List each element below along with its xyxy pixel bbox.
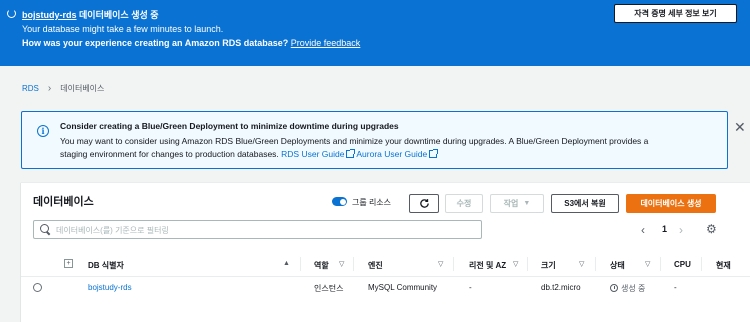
creation-flash-banner: bojstudy-rds 데이터베이스 생성 중 Your database m… [0, 0, 750, 66]
info-icon: i [37, 125, 49, 137]
refresh-icon [419, 199, 429, 208]
breadcrumb-rds-link[interactable]: RDS [22, 84, 39, 93]
row-select-radio[interactable] [33, 283, 42, 292]
sort-icon[interactable]: ▽ [513, 260, 518, 268]
alert-body-line2: staging environment for changes to produ… [60, 149, 439, 159]
chevron-right-icon[interactable]: › [679, 223, 683, 237]
search-placeholder: 데이터베이스(를) 기준으로 필터링 [56, 226, 169, 235]
sort-icon[interactable]: ▽ [339, 260, 344, 268]
flash-db-link[interactable]: bojstudy-rds [22, 10, 77, 20]
search-icon [40, 224, 49, 233]
cell-engine: MySQL Community [368, 283, 438, 292]
column-divider [527, 257, 528, 271]
column-header-role[interactable]: 역할 [314, 260, 329, 271]
in-progress-icon [610, 284, 618, 292]
chevron-left-icon[interactable]: ‹ [641, 223, 645, 237]
alert-title: Consider creating a Blue/Green Deploymen… [60, 121, 399, 131]
restore-from-s3-button[interactable]: S3에서 복원 [551, 194, 619, 213]
db-identifier-link[interactable]: bojstudy-rds [88, 283, 132, 292]
alert-body-text: staging environment for changes to produ… [60, 149, 279, 159]
cell-role: 인스턴스 [314, 284, 344, 293]
column-divider [660, 257, 661, 271]
expand-all-icon[interactable]: + [64, 259, 73, 268]
aurora-user-guide-link[interactable]: Aurora User Guide [356, 149, 439, 159]
breadcrumb-current: 데이터베이스 [60, 84, 105, 93]
cell-size: db.t2.micro [541, 283, 581, 292]
breadcrumb: RDS › 데이터베이스 [22, 83, 104, 94]
flash-feedback-line: How was your experience creating an Amaz… [22, 38, 360, 48]
modify-button[interactable]: 수정 [445, 194, 483, 213]
column-header-current[interactable]: 현재 [716, 260, 731, 271]
flash-feedback-question: How was your experience creating an Amaz… [22, 38, 289, 48]
column-header-region-az[interactable]: 리전 및 AZ [469, 260, 506, 271]
close-icon[interactable]: ✕ [734, 120, 746, 134]
column-header-db-id[interactable]: DB 식별자 [88, 260, 124, 271]
status-text: 생성 중 [621, 284, 646, 293]
flash-message: Your database might take a few minutes t… [22, 24, 224, 34]
sort-icon[interactable]: ▽ [438, 260, 443, 268]
column-header-status[interactable]: 상태 [610, 260, 625, 271]
flash-title: bojstudy-rds 데이터베이스 생성 중 [22, 8, 159, 21]
table-header: + DB 식별자 ▲ 역할 ▽ 엔진 ▽ 리전 및 AZ ▽ 크기 ▽ 상태 ▽… [21, 252, 750, 277]
group-resources-label: 그룹 리소스 [352, 198, 392, 207]
databases-panel: 데이터베이스 그룹 리소스 수정 작업 ▼ S3에서 복원 데이터베이스 생성 데… [21, 182, 750, 322]
table-row[interactable]: bojstudy-rds 인스턴스 MySQL Community - db.t… [21, 277, 750, 299]
external-link-icon [429, 149, 439, 158]
actions-label: 작업 [503, 199, 519, 208]
gear-icon[interactable]: ⚙ [706, 223, 717, 235]
panel-title: 데이터베이스 [33, 196, 94, 208]
sort-icon[interactable]: ▽ [645, 260, 650, 268]
column-divider [595, 257, 596, 271]
column-divider [701, 257, 702, 271]
column-header-cpu[interactable]: CPU [674, 260, 691, 269]
group-resources-toggle[interactable] [332, 197, 347, 206]
cell-status: 생성 중 [610, 283, 645, 294]
column-header-size[interactable]: 크기 [541, 260, 556, 271]
page-number[interactable]: 1 [662, 224, 667, 234]
cell-region-az: - [469, 283, 472, 292]
provide-feedback-link[interactable]: Provide feedback [291, 38, 361, 48]
column-divider [300, 257, 301, 271]
chevron-right-icon: › [47, 83, 52, 94]
actions-dropdown[interactable]: 작업 ▼ [490, 194, 544, 213]
refresh-button[interactable] [409, 194, 439, 213]
caret-down-icon: ▼ [523, 200, 531, 207]
create-database-button[interactable]: 데이터베이스 생성 [626, 194, 716, 213]
column-divider [453, 257, 454, 271]
aurora-user-guide-label[interactable]: Aurora User Guide [356, 149, 427, 159]
blue-green-info-alert: i Consider creating a Blue/Green Deploym… [21, 111, 746, 169]
column-divider [353, 257, 354, 271]
column-header-engine[interactable]: 엔진 [368, 260, 383, 271]
flash-title-suffix: 데이터베이스 생성 중 [76, 10, 159, 20]
rds-user-guide-label[interactable]: RDS User Guide [281, 149, 344, 159]
rds-user-guide-link[interactable]: RDS User Guide [281, 149, 356, 159]
loading-spinner-icon [7, 9, 16, 18]
sort-ascending-icon[interactable]: ▲ [283, 260, 290, 267]
view-credentials-button[interactable]: 자격 증명 세부 정보 보기 [614, 4, 737, 23]
sort-icon[interactable]: ▽ [579, 260, 584, 268]
filter-search-input[interactable]: 데이터베이스(를) 기준으로 필터링 [33, 220, 482, 239]
cell-cpu: - [674, 283, 677, 292]
external-link-icon [346, 149, 356, 158]
alert-body-line1: You may want to consider using Amazon RD… [60, 136, 649, 146]
